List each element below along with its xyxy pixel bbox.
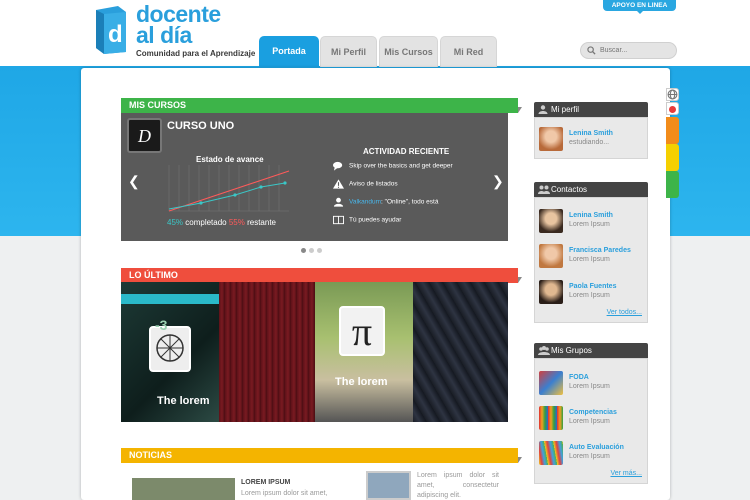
book-icon [333, 215, 344, 225]
activity-item[interactable]: Tú puedes ayudar [333, 215, 401, 225]
warning-icon [333, 179, 344, 189]
profile-row[interactable]: Lenina Smith estudiando... [539, 127, 645, 154]
progress-title: Estado de avance [196, 155, 264, 164]
support-button[interactable]: APOYO EN LINEA [603, 0, 676, 14]
side-tab-yellow[interactable] [666, 144, 679, 171]
contact-sub: Lorem Ipsum [569, 221, 610, 228]
contacts-see-all-link[interactable]: Ver todos... [607, 309, 642, 316]
tab-mi-red[interactable]: Mi Red [440, 36, 497, 67]
book-logo-icon[interactable]: d [92, 4, 130, 54]
search-icon[interactable] [587, 46, 596, 55]
chalk-math: -3 [155, 317, 168, 333]
mis-grupos-panel: FODA Lorem Ipsum Competencias Lorem Ipsu… [534, 358, 648, 484]
activity-title: ACTIVIDAD RECIENTE [363, 147, 450, 156]
brand-tagline: Comunidad para el Aprendizaje [136, 49, 256, 58]
latest-caption: The lorem [157, 395, 210, 407]
brand-name[interactable]: docente al día [136, 3, 221, 47]
contact-name[interactable]: Lenina Smith [569, 212, 613, 219]
avatar[interactable] [539, 280, 563, 304]
course-slider: D CURSO UNO Estado de avance 45% complet… [121, 113, 508, 241]
group-image[interactable] [539, 441, 563, 465]
side-tab-globe[interactable] [666, 88, 679, 101]
mi-perfil-header: Mi perfil [534, 102, 648, 117]
news-image[interactable] [132, 478, 235, 500]
teal-strip [121, 294, 219, 304]
profile-status: estudiando... [569, 139, 610, 146]
chat-bubbles-icon [333, 161, 343, 171]
news-text: Lorem ipsum dolor sit amet, consectetur … [417, 472, 499, 499]
slider-pagination [301, 246, 325, 255]
latest-item[interactable]: -3 The lorem [121, 282, 219, 422]
group-row[interactable]: Auto Evaluación Lorem Ipsum [539, 441, 645, 468]
profile-icon [538, 105, 548, 114]
avatar[interactable] [539, 244, 563, 268]
mis-cursos-header: MIS CURSOS [121, 98, 522, 113]
contact-sub: Lorem Ipsum [569, 256, 610, 263]
mis-grupos-header: Mis Grupos [534, 343, 648, 358]
activity-item[interactable]: Aviso de listados [333, 179, 398, 189]
profile-name[interactable]: Lenina Smith [569, 130, 613, 137]
avatar[interactable] [539, 127, 563, 151]
side-tab-orange[interactable] [666, 117, 679, 144]
contacts-icon [538, 185, 550, 194]
tab-portada[interactable]: Portada [259, 36, 319, 67]
side-tab-green[interactable] [666, 171, 679, 198]
latest-item[interactable] [413, 282, 508, 422]
group-name[interactable]: FODA [569, 374, 589, 381]
group-name[interactable]: Competencias [569, 409, 617, 416]
contact-name[interactable]: Paola Fuentes [569, 283, 616, 290]
contact-row[interactable]: Lenina Smith Lorem Ipsum [539, 209, 645, 236]
pagination-dot[interactable] [317, 248, 322, 253]
notification-badge [669, 106, 676, 113]
globe-icon [667, 89, 678, 100]
contact-row[interactable]: Francisca Paredes Lorem Ipsum [539, 244, 645, 271]
lo-ultimo-header: LO ÚLTIMO [121, 268, 522, 283]
group-row[interactable]: Competencias Lorem Ipsum [539, 406, 645, 433]
pi-icon: π [339, 306, 385, 356]
contact-sub: Lorem Ipsum [569, 292, 610, 299]
noticias-header: NOTICIAS [121, 448, 522, 463]
group-image[interactable] [539, 371, 563, 395]
groups-icon [538, 346, 550, 355]
pagination-dot[interactable] [309, 248, 314, 253]
tab-mis-cursos[interactable]: Mis Cursos [379, 36, 438, 67]
group-name[interactable]: Auto Evaluación [569, 444, 624, 451]
news-image[interactable] [366, 471, 411, 500]
user-icon [333, 197, 344, 207]
activity-item[interactable]: Skip over the basics and get deeper [333, 161, 453, 171]
slider-next-button[interactable]: ❯ [492, 173, 504, 190]
groups-see-more-link[interactable]: Ver más... [610, 470, 642, 477]
progress-summary: 45% completado 55% restante [167, 218, 276, 227]
avatar[interactable] [539, 209, 563, 233]
contact-row[interactable]: Paola Fuentes Lorem Ipsum [539, 280, 645, 307]
latest-gallery: -3 The lorem π The lorem [121, 282, 508, 422]
latest-item[interactable] [219, 282, 315, 422]
progress-chart [168, 165, 290, 212]
contact-name[interactable]: Francisca Paredes [569, 247, 631, 254]
contactos-header: Contactos [534, 182, 648, 197]
mi-perfil-panel: Lenina Smith estudiando... [534, 117, 648, 159]
course-logo[interactable]: D [127, 118, 162, 153]
group-image[interactable] [539, 406, 563, 430]
side-tab-notifications[interactable] [666, 102, 679, 115]
svg-text:d: d [108, 21, 123, 48]
group-sub: Lorem Ipsum [569, 418, 610, 425]
contactos-panel: Lenina Smith Lorem Ipsum Francisca Pared… [534, 197, 648, 323]
tab-mi-perfil[interactable]: Mi Perfil [320, 36, 377, 67]
search-box[interactable] [580, 42, 677, 59]
news-text: Lorem ipsum dolor sit amet, [241, 490, 328, 497]
activity-item[interactable]: Valkandum: "Online", todo está [333, 197, 438, 207]
news-title[interactable]: LOREM IPSUM [241, 479, 290, 486]
group-sub: Lorem Ipsum [569, 383, 610, 390]
group-sub: Lorem Ipsum [569, 453, 610, 460]
latest-item[interactable]: π The lorem [315, 282, 413, 422]
group-row[interactable]: FODA Lorem Ipsum [539, 371, 645, 398]
pagination-dot[interactable] [301, 248, 306, 253]
course-title[interactable]: CURSO UNO [167, 120, 234, 132]
slider-prev-button[interactable]: ❮ [128, 173, 140, 190]
search-input[interactable] [600, 45, 670, 56]
latest-caption: The lorem [335, 376, 388, 388]
